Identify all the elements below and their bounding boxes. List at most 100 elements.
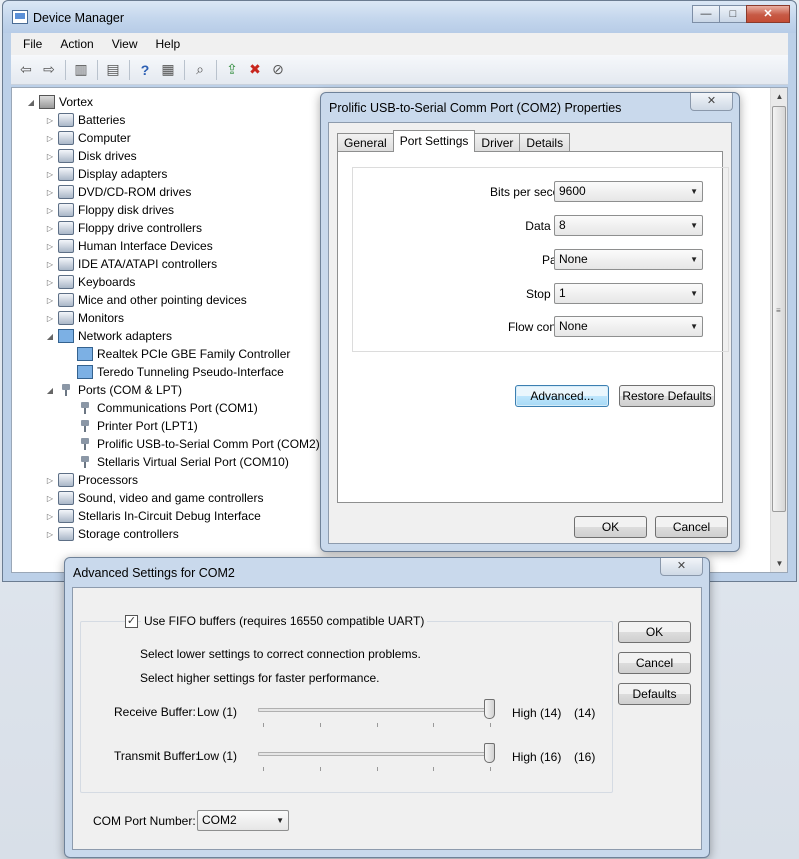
- tree-item[interactable]: ◢ Ports (COM & LPT): [45, 381, 182, 399]
- tree-item-label: Disk drives: [78, 149, 137, 163]
- tab-general[interactable]: General: [337, 133, 394, 152]
- expand-toggle-icon[interactable]: ▷: [45, 296, 55, 305]
- expand-toggle-icon[interactable]: ▷: [45, 476, 55, 485]
- transmit-buffer-label: Transmit Buffer:: [114, 749, 199, 763]
- tree-item[interactable]: ▷ Mice and other pointing devices: [45, 291, 247, 309]
- receive-slider-thumb[interactable]: [484, 699, 495, 719]
- expand-toggle-icon[interactable]: ▷: [45, 134, 55, 143]
- tree-item[interactable]: ▷ DVD/CD-ROM drives: [45, 183, 191, 201]
- action-pane-icon[interactable]: ▦: [157, 59, 179, 81]
- expand-toggle-icon[interactable]: ▷: [45, 278, 55, 287]
- properties-icon[interactable]: ▤: [102, 59, 124, 81]
- menu-action[interactable]: Action: [48, 37, 99, 51]
- scroll-thumb[interactable]: ≡: [772, 106, 786, 512]
- expand-toggle-icon[interactable]: ▷: [45, 116, 55, 125]
- data-bits-value: 8: [559, 218, 566, 232]
- show-hide-tree-icon[interactable]: ▥: [70, 59, 92, 81]
- tree-item[interactable]: ▷ Batteries: [45, 111, 125, 129]
- expand-toggle-icon[interactable]: ▷: [45, 530, 55, 539]
- com-port-number-value: COM2: [202, 813, 237, 827]
- tree-item[interactable]: ▷ Floppy drive controllers: [45, 219, 202, 237]
- close-button[interactable]: ✕: [746, 5, 790, 23]
- port-settings-panel: Bits per second: 9600▼ Data bits: 8▼ Par…: [337, 151, 729, 503]
- tree-item[interactable]: ▷ Storage controllers: [45, 525, 179, 543]
- expand-toggle-icon[interactable]: ▷: [45, 224, 55, 233]
- bits-per-second-select[interactable]: 9600 ▼: [554, 181, 703, 202]
- advanced-button[interactable]: Advanced...: [515, 385, 609, 407]
- tree-item[interactable]: ▷ Computer: [45, 129, 131, 147]
- expand-toggle-icon[interactable]: ◢: [45, 386, 55, 395]
- scroll-up-arrow-icon[interactable]: ▲: [771, 88, 787, 105]
- forward-arrow-icon[interactable]: ⇨: [38, 59, 60, 81]
- tree-item[interactable]: ◢ Vortex: [26, 93, 93, 111]
- expand-toggle-icon[interactable]: ▷: [45, 206, 55, 215]
- tree-item[interactable]: Communications Port (COM1): [64, 399, 258, 417]
- expand-toggle-icon[interactable]: ▷: [45, 260, 55, 269]
- scan-hardware-icon[interactable]: ⌕: [189, 59, 211, 81]
- tree-item[interactable]: ◢ Network adapters: [45, 327, 172, 345]
- parity-select[interactable]: None ▼: [554, 249, 703, 270]
- tree-item[interactable]: ▷ Stellaris In-Circuit Debug Interface: [45, 507, 261, 525]
- menu-file[interactable]: File: [11, 37, 48, 51]
- expand-toggle-icon[interactable]: ◢: [26, 98, 36, 107]
- bits-per-second-row: Bits per second: 9600 ▼: [353, 181, 728, 203]
- tree-item[interactable]: ▷ Sound, video and game controllers: [45, 489, 263, 507]
- tree-item[interactable]: ▷ Human Interface Devices: [45, 237, 213, 255]
- properties-close-button[interactable]: ✕: [690, 93, 733, 111]
- expand-toggle-icon[interactable]: ▷: [45, 170, 55, 179]
- advanced-ok-button[interactable]: OK: [618, 621, 691, 643]
- restore-defaults-button[interactable]: Restore Defaults: [619, 385, 715, 407]
- expand-toggle-icon[interactable]: ▷: [45, 512, 55, 521]
- scroll-down-arrow-icon[interactable]: ▼: [771, 555, 787, 572]
- flow-control-select[interactable]: None ▼: [554, 316, 703, 337]
- title-bar[interactable]: Device Manager — □ ✕: [3, 1, 796, 33]
- com-port-number-select[interactable]: COM2 ▼: [197, 810, 289, 831]
- tree-item[interactable]: ▷ Processors: [45, 471, 138, 489]
- receive-buffer-slider[interactable]: [258, 708, 495, 712]
- fifo-checkbox[interactable]: ✓: [125, 615, 138, 628]
- com-port-number-label: COM Port Number:: [93, 814, 196, 828]
- expand-toggle-icon[interactable]: ▷: [45, 152, 55, 161]
- menu-view[interactable]: View: [100, 37, 144, 51]
- expand-toggle-icon[interactable]: ▷: [45, 188, 55, 197]
- tree-item[interactable]: ▷ Disk drives: [45, 147, 137, 165]
- expand-toggle-icon[interactable]: ▷: [45, 242, 55, 251]
- data-bits-select[interactable]: 8 ▼: [554, 215, 703, 236]
- minimize-button[interactable]: —: [692, 5, 720, 23]
- update-driver-icon[interactable]: ⇪: [221, 59, 243, 81]
- stop-bits-select[interactable]: 1 ▼: [554, 283, 703, 304]
- properties-ok-button[interactable]: OK: [574, 516, 647, 538]
- tree-item[interactable]: ▷ Display adapters: [45, 165, 167, 183]
- expand-toggle-icon[interactable]: ▷: [45, 314, 55, 323]
- tree-scrollbar[interactable]: ▲ ≡ ▼: [770, 88, 787, 572]
- tab-driver[interactable]: Driver: [474, 133, 521, 152]
- tab-details[interactable]: Details: [519, 133, 571, 152]
- tree-item[interactable]: Teredo Tunneling Pseudo-Interface: [64, 363, 284, 381]
- expand-toggle-icon[interactable]: ▷: [45, 494, 55, 503]
- tree-item[interactable]: ▷ Keyboards: [45, 273, 135, 291]
- tree-item[interactable]: ▷ Floppy disk drives: [45, 201, 174, 219]
- help-icon[interactable]: ?: [134, 59, 156, 81]
- tab-port-settings[interactable]: Port Settings: [392, 130, 476, 152]
- transmit-buffer-slider[interactable]: [258, 752, 495, 756]
- maximize-button[interactable]: □: [719, 5, 747, 23]
- tree-item[interactable]: Stellaris Virtual Serial Port (COM10): [64, 453, 289, 471]
- tree-item-label: Keyboards: [78, 275, 136, 289]
- disable-device-icon[interactable]: ⊘: [267, 59, 289, 81]
- expand-toggle-icon[interactable]: ◢: [45, 332, 55, 341]
- advanced-close-button[interactable]: ✕: [660, 558, 703, 576]
- menu-help[interactable]: Help: [144, 37, 187, 51]
- tree-item[interactable]: Realtek PCIe GBE Family Controller: [64, 345, 290, 363]
- tree-item[interactable]: ▷ IDE ATA/ATAPI controllers: [45, 255, 217, 273]
- tree-item[interactable]: Printer Port (LPT1): [64, 417, 198, 435]
- properties-cancel-button[interactable]: Cancel: [655, 516, 728, 538]
- tree-item[interactable]: ▷ Monitors: [45, 309, 124, 327]
- uninstall-icon[interactable]: ✖: [244, 59, 266, 81]
- tree-item[interactable]: Prolific USB-to-Serial Comm Port (COM2): [64, 435, 320, 453]
- slider-tick: [433, 723, 435, 727]
- back-arrow-icon[interactable]: ⇦: [15, 59, 37, 81]
- advanced-cancel-button[interactable]: Cancel: [618, 652, 691, 674]
- transmit-slider-thumb[interactable]: [484, 743, 495, 763]
- mouse-icon: [58, 293, 74, 307]
- advanced-defaults-button[interactable]: Defaults: [618, 683, 691, 705]
